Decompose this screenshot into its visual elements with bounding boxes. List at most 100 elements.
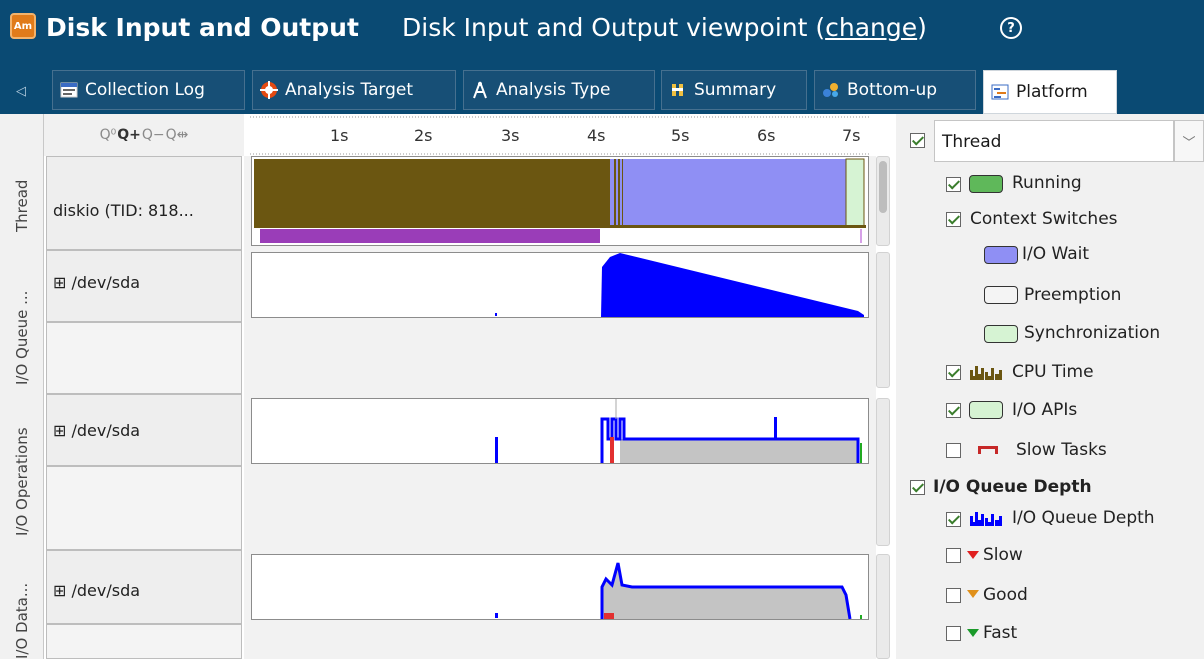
legend-label: Preemption xyxy=(1024,285,1122,305)
context-switches-checkbox[interactable] xyxy=(946,212,961,227)
ops-vscroll[interactable] xyxy=(876,398,890,546)
tick-label: 7s xyxy=(842,126,861,145)
cpu-spike xyxy=(614,159,616,227)
ops-area xyxy=(620,439,858,463)
io-queue-depth-group-checkbox[interactable] xyxy=(910,480,925,495)
section-io-data-label: I/O Data... xyxy=(13,582,31,659)
chevron-down-icon[interactable]: ﹀ xyxy=(1174,120,1204,162)
thread-track[interactable] xyxy=(251,156,869,246)
orange-marker-icon xyxy=(966,585,980,604)
tab-label: Analysis Type xyxy=(496,80,611,100)
tab-scroll-left-icon[interactable]: ◁ xyxy=(16,84,26,99)
scroll-thumb[interactable] xyxy=(879,161,887,213)
cpu-spike xyxy=(604,159,610,227)
time-ruler[interactable]: 1s 2s 3s 4s 5s 6s 7s xyxy=(250,114,870,156)
legend-label: Slow xyxy=(983,545,1023,565)
zoom-toolbar: Q⁰ Q+ Q− Q⇹ xyxy=(44,114,244,156)
sync-band xyxy=(845,158,865,228)
data-area xyxy=(602,563,850,619)
preemption-swatch xyxy=(984,286,1018,304)
legend-label: I/O Wait xyxy=(1022,244,1090,264)
tab-collection-log[interactable]: Collection Log xyxy=(52,70,245,110)
io-data-graph xyxy=(495,562,862,620)
platform-icon xyxy=(991,83,1009,101)
legend-label: Fast xyxy=(983,623,1018,643)
zoom-out-icon[interactable]: Q− xyxy=(142,127,165,143)
zoom-reset-icon[interactable]: Q⇹ xyxy=(166,127,189,143)
running-swatch xyxy=(969,175,1003,193)
cpu-time-chart-icon xyxy=(968,362,1008,386)
io-data-track[interactable] xyxy=(251,554,869,620)
legend-label: Running xyxy=(1012,173,1082,193)
legend-label: Good xyxy=(983,585,1028,605)
slow-checkbox[interactable] xyxy=(946,548,961,563)
legend-label: CPU Time xyxy=(1012,362,1094,382)
change-viewpoint-link[interactable]: change xyxy=(825,13,917,42)
zoom-area-icon[interactable]: Q⁰ xyxy=(100,127,117,143)
viewpoint-text: Disk Input and Output viewpoint ( xyxy=(402,13,826,42)
collection-log-icon xyxy=(60,81,78,99)
io-data-row-label[interactable]: ⊞ /dev/sda xyxy=(46,550,242,624)
thread-row-label[interactable]: diskio (TID: 818... xyxy=(46,156,242,250)
page-title: Disk Input and Output xyxy=(46,13,359,42)
io-queue-depth-checkbox[interactable] xyxy=(946,512,961,527)
section-thread-label: Thread xyxy=(13,179,31,232)
tab-analysis-type[interactable]: Analysis Type xyxy=(463,70,655,110)
vtune-platform-window: Am Disk Input and Output Disk Input and … xyxy=(0,0,1204,659)
queue-depth-area xyxy=(601,253,864,317)
tab-label: Collection Log xyxy=(85,80,205,100)
io-api-band xyxy=(260,229,600,243)
zoom-in-icon[interactable]: Q+ xyxy=(117,127,141,143)
running-checkbox[interactable] xyxy=(946,177,961,192)
data-vscroll[interactable] xyxy=(876,554,890,659)
io-ops-row-empty xyxy=(46,466,242,550)
thread-vscroll[interactable] xyxy=(876,156,890,246)
viewpoint-label: Disk Input and Output viewpoint (change) xyxy=(402,13,927,42)
ops-fast-marker xyxy=(860,443,862,463)
data-blip xyxy=(495,613,498,618)
bottom-up-icon xyxy=(822,81,840,99)
tab-platform[interactable]: Platform xyxy=(983,70,1117,114)
thread-dropdown-checkbox[interactable] xyxy=(910,133,925,148)
green-marker-icon xyxy=(966,624,980,643)
legend-label: Synchronization xyxy=(1024,323,1161,343)
legend-group-label: I/O Queue Depth xyxy=(933,477,1092,497)
io-queue-depth-track[interactable] xyxy=(251,252,869,318)
analysis-type-icon xyxy=(471,81,489,99)
tab-summary[interactable]: Summary xyxy=(661,70,807,110)
good-checkbox[interactable] xyxy=(946,588,961,603)
fast-checkbox[interactable] xyxy=(946,626,961,641)
legend-panel xyxy=(896,114,1204,659)
queue-vscroll[interactable] xyxy=(876,252,890,388)
cpu-baseline xyxy=(254,225,866,228)
tick-label: 4s xyxy=(587,126,606,145)
synchronization-swatch xyxy=(984,325,1018,343)
data-slow-marker xyxy=(604,613,614,619)
io-queue-row-label[interactable]: ⊞ /dev/sda xyxy=(46,250,242,322)
cpu-time-checkbox[interactable] xyxy=(946,365,961,380)
ops-blip xyxy=(495,437,498,463)
io-queue-chart-icon xyxy=(968,508,1008,532)
tab-analysis-target[interactable]: Analysis Target xyxy=(252,70,456,110)
slow-tasks-icon xyxy=(976,442,1000,462)
tick-label: 3s xyxy=(501,126,520,145)
section-io-queue-label: I/O Queue ... xyxy=(13,290,31,385)
io-api-marker xyxy=(860,229,862,243)
tab-label: Bottom-up xyxy=(847,80,938,100)
io-wait-swatch xyxy=(984,246,1018,264)
legend-label: Context Switches xyxy=(970,209,1118,229)
tab-label: Platform xyxy=(1016,82,1088,102)
band-selector-dropdown[interactable]: Thread xyxy=(934,120,1174,162)
help-icon[interactable]: ? xyxy=(1000,17,1022,39)
thread-track-graph xyxy=(254,158,866,243)
io-ops-row-label[interactable]: ⊞ /dev/sda xyxy=(46,394,242,466)
cpu-spike xyxy=(622,159,623,227)
io-operations-track[interactable] xyxy=(251,398,869,464)
tab-bottom-up[interactable]: Bottom-up xyxy=(814,70,976,110)
legend-label: I/O APIs xyxy=(1012,400,1078,420)
slow-tasks-checkbox[interactable] xyxy=(946,443,961,458)
tick-label: 2s xyxy=(414,126,433,145)
legend-label: Slow Tasks xyxy=(1016,440,1107,460)
io-apis-checkbox[interactable] xyxy=(946,403,961,418)
cpu-spike xyxy=(618,159,620,227)
